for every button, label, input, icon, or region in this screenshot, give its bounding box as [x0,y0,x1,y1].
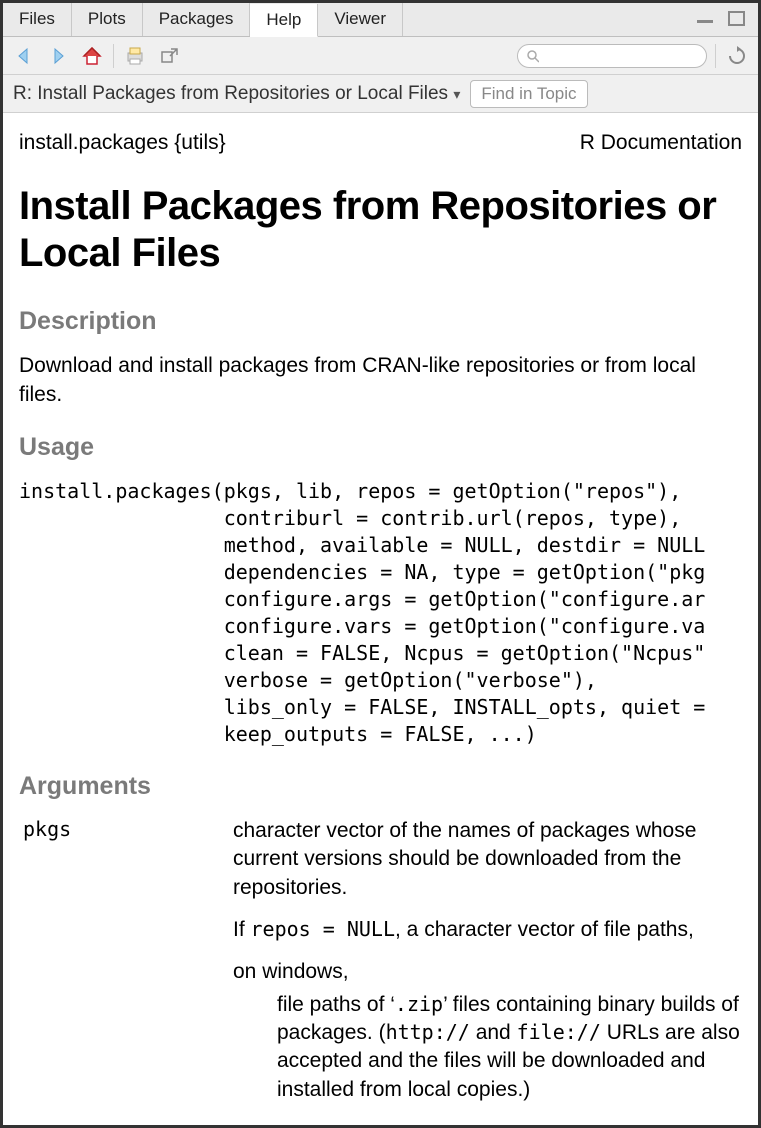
code-zip: .zip [395,992,443,1016]
arg-pkgs-p3: on windows, [233,958,742,986]
argument-name-pkgs: pkgs [19,817,209,1118]
popout-icon[interactable] [156,43,182,69]
pane-tabs: Files Plots Packages Help Viewer [3,3,758,37]
code-file: file:// [517,1020,601,1044]
minimize-pane-icon[interactable] [692,6,718,32]
tab-files[interactable]: Files [3,3,72,36]
tab-help[interactable]: Help [250,4,318,37]
arg-pkgs-p2: If repos = NULL, a character vector of f… [233,916,742,944]
argument-desc-pkgs: character vector of the names of package… [233,817,742,1118]
chevron-down-icon: ▾ [453,86,460,102]
section-arguments-heading: Arguments [19,772,742,801]
help-toolbar [3,37,758,75]
tab-packages[interactable]: Packages [143,3,251,36]
help-search-input[interactable] [539,47,698,65]
arg-pkgs-p4: file paths of ‘.zip’ files containing bi… [233,991,742,1104]
forward-icon[interactable] [45,43,71,69]
refresh-icon[interactable] [724,43,750,69]
toolbar-separator-2 [715,44,716,68]
code-repos-null: repos = NULL [251,917,396,941]
description-text: Download and install packages from CRAN-… [19,352,742,409]
search-icon [526,49,539,63]
toolbar-separator [113,44,114,68]
arguments-table: pkgs character vector of the names of pa… [19,817,742,1118]
help-search-box[interactable] [517,44,707,68]
r-documentation-label: R Documentation [580,131,742,155]
home-icon[interactable] [79,43,105,69]
print-icon[interactable] [122,43,148,69]
page-title: Install Packages from Repositories or Lo… [19,183,742,277]
pane-window-controls [692,3,758,36]
help-subbar: R: Install Packages from Repositories or… [3,75,758,113]
tab-viewer[interactable]: Viewer [318,3,403,36]
usage-code-block: install.packages(pkgs, lib, repos = getO… [19,478,742,748]
help-breadcrumb[interactable]: R: Install Packages from Repositories or… [13,83,460,105]
back-icon[interactable] [11,43,37,69]
section-description-heading: Description [19,307,742,336]
arg-pkgs-p1: character vector of the names of package… [233,817,742,902]
help-content[interactable]: install.packages {utils} R Documentation… [3,113,758,1125]
tab-plots[interactable]: Plots [72,3,143,36]
code-http: http:// [386,1020,470,1044]
section-usage-heading: Usage [19,433,742,462]
maximize-pane-icon[interactable] [724,6,750,32]
find-in-topic-input[interactable]: Find in Topic [470,80,587,108]
package-function-label: install.packages {utils} [19,131,226,155]
